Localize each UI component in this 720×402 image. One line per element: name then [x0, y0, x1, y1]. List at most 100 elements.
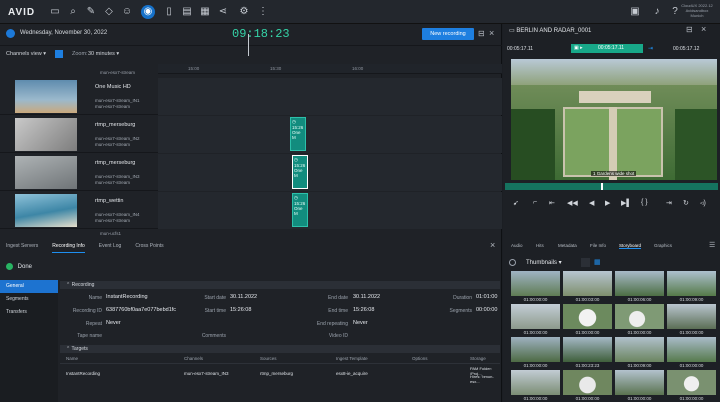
grid-icon[interactable]: ▦: [198, 5, 212, 19]
storyboard-grid: 01:00:00:00 01:00:03:00 01:00:06:00 01:0…: [511, 271, 716, 402]
list-item[interactable]: 01:00:00:00: [511, 271, 560, 304]
block-label: One M: [294, 168, 303, 178]
list-item[interactable]: 01:00:00:00: [615, 304, 664, 337]
start-time: 15:26:08: [230, 307, 252, 313]
list-item[interactable]: 01:00:03:00: [563, 271, 612, 304]
timecode-in: 00:05:17.11: [507, 46, 534, 52]
recording-block[interactable]: ◷ 15:26 One M: [292, 155, 308, 189]
video-frame[interactable]: 1 Gardens wide shot: [511, 59, 717, 180]
channel-row[interactable]: One Music HD mun-esx7-stream_IN1 mun-esx…: [0, 78, 502, 115]
tab-event-log[interactable]: Event Log: [99, 243, 122, 252]
playhead[interactable]: [601, 183, 603, 190]
layout-icon[interactable]: ▣: [628, 5, 642, 19]
tab-ingest-servers[interactable]: Ingest Servers: [6, 243, 38, 252]
zoom-dropdown[interactable]: 30 minutes ▾: [88, 51, 119, 57]
playhead-marker[interactable]: [248, 34, 252, 56]
mark-icon[interactable]: ⇥: [648, 45, 653, 52]
calendar-icon[interactable]: [55, 50, 63, 58]
list-item[interactable]: 01:00:00:00: [615, 370, 664, 402]
view-size-icon[interactable]: [581, 258, 590, 267]
list-item[interactable]: 01:00:09:00: [615, 337, 664, 370]
list-item[interactable]: 01:00:00:00: [667, 370, 716, 402]
panel-toggle-icon[interactable]: ⊟: [478, 29, 485, 38]
fast-forward-icon[interactable]: ⇥: [666, 199, 672, 207]
recording-block[interactable]: ◷ 15:26 One M: [292, 193, 308, 227]
col-header: Storage: [470, 356, 486, 361]
edit-icon[interactable]: ✎: [84, 5, 98, 19]
channel-timeline[interactable]: ◷ 15:26 One M: [158, 116, 502, 153]
scrub-bar[interactable]: [505, 183, 718, 190]
list-item[interactable]: 01:00:23:23: [563, 337, 612, 370]
thumbnails-dropdown[interactable]: Thumbnails ▾: [526, 259, 562, 266]
storyboard-thumbnail: [667, 304, 716, 329]
play-icon[interactable]: ▶: [605, 199, 610, 207]
sidebar-item-general[interactable]: General: [0, 280, 58, 293]
mark-in-icon[interactable]: ⌐: [533, 199, 537, 206]
view-dropdown[interactable]: Channels view ▾: [6, 51, 46, 57]
close-player-icon[interactable]: ×: [701, 24, 706, 34]
close-icon[interactable]: ×: [489, 28, 494, 38]
thumb-timecode: 01:00:00:00: [627, 330, 652, 335]
more-icon[interactable]: ⋮: [256, 5, 270, 19]
step-back-icon[interactable]: ⇤: [549, 199, 555, 207]
project-icon[interactable]: ▤: [180, 5, 194, 19]
video-caption: 1 Gardens wide shot: [591, 171, 637, 176]
next-frame-icon[interactable]: ▶▌: [621, 199, 631, 207]
storyboard-thumbnail: [667, 370, 716, 395]
channel-row[interactable]: rtmp_merseburg mun-esx7-stream_IN2 mun-e…: [0, 116, 502, 153]
timecode-bar: 00:05:17.11 ▣ ▸ 00:05:17.11 ⇥ 00:05:17.1…: [503, 43, 720, 55]
timeline-ruler[interactable]: 15:00 15:30 16:00: [158, 64, 502, 74]
loop-icon[interactable]: ↻: [683, 199, 689, 207]
list-item[interactable]: 01:00:00:00: [511, 304, 560, 337]
tab-cross-points[interactable]: Cross Points: [135, 243, 163, 252]
storyboard-thumbnail: [615, 337, 664, 362]
new-recording-button[interactable]: New recording: [422, 28, 474, 40]
volume-icon[interactable]: ◃): [700, 199, 706, 207]
pointer-icon[interactable]: ➹: [513, 199, 519, 207]
timecode-current[interactable]: ▣ ▸ 00:05:17.11: [571, 44, 643, 53]
record-status-icon: ◷: [294, 195, 298, 200]
prev-frame-icon[interactable]: ◀: [589, 199, 594, 207]
channel-row[interactable]: rtmp_merseburg mun-esx7-stream_IN3 mun-e…: [0, 154, 502, 191]
bookmark-icon[interactable]: ▯: [162, 5, 176, 19]
panel-menu-icon[interactable]: ⊟: [686, 25, 693, 34]
tab-recording-info[interactable]: Recording Info: [52, 243, 85, 253]
storyboard-thumbnail: [563, 271, 612, 296]
path-shape: [609, 107, 617, 180]
list-item[interactable]: 01:00:00:00: [563, 370, 612, 402]
channel-timeline[interactable]: ◷ 15:26 One M: [158, 192, 502, 229]
record-icon[interactable]: ◉: [141, 5, 155, 19]
channel-name: rtmp_merseburg: [95, 122, 136, 128]
sidebar-item-segments[interactable]: Segments: [0, 293, 58, 306]
bell-icon[interactable]: ♪: [650, 5, 664, 19]
settings-icon[interactable]: ⚙: [237, 5, 251, 19]
list-item[interactable]: 01:00:00:00: [667, 304, 716, 337]
asset-player-panel: ▭ BERLIN AND RADAR_0001 ⊟ × 00:05:17.11 …: [503, 24, 720, 402]
select-all-icon[interactable]: [509, 259, 516, 266]
channel-timeline[interactable]: [158, 78, 502, 115]
channel-row[interactable]: rtmp_wettin mun-esx7-stream_IN4 mun-esx7…: [0, 192, 502, 229]
field-label: End date: [327, 295, 348, 301]
close-detail-icon[interactable]: ×: [490, 240, 495, 250]
targets-section-header[interactable]: ⌃ Targets: [60, 345, 500, 353]
grid-view-icon[interactable]: ▦: [594, 258, 601, 266]
sidebar-item-transfers[interactable]: Transfers: [0, 306, 58, 319]
rewind-icon[interactable]: ◀◀: [567, 199, 578, 207]
recording-block[interactable]: ◷ 15:26 One M: [290, 117, 306, 151]
list-item[interactable]: 01:00:00:00: [667, 337, 716, 370]
mark-out-icon[interactable]: { }: [641, 199, 648, 206]
folder-icon[interactable]: ▭: [48, 5, 62, 19]
list-item[interactable]: 01:00:09:00: [667, 271, 716, 304]
list-item[interactable]: 01:00:06:00: [615, 271, 664, 304]
share-icon[interactable]: ⋖: [216, 5, 230, 19]
table-row[interactable]: InstantRecording mun-esx7-stream_IN3 rtm…: [60, 366, 500, 384]
list-item[interactable]: 01:00:00:00: [511, 337, 560, 370]
user-icon[interactable]: ☺: [120, 5, 134, 19]
recording-section-header[interactable]: ⌃ Recording: [60, 281, 500, 289]
browse-icon[interactable]: ◇: [102, 5, 116, 19]
list-item[interactable]: 01:00:00:00: [563, 304, 612, 337]
search-icon[interactable]: ⌕: [66, 5, 80, 19]
list-item[interactable]: 01:00:00:00: [511, 370, 560, 402]
channel-timeline[interactable]: ◷ 15:26 One M: [158, 154, 502, 191]
status-text: Done: [17, 263, 33, 270]
